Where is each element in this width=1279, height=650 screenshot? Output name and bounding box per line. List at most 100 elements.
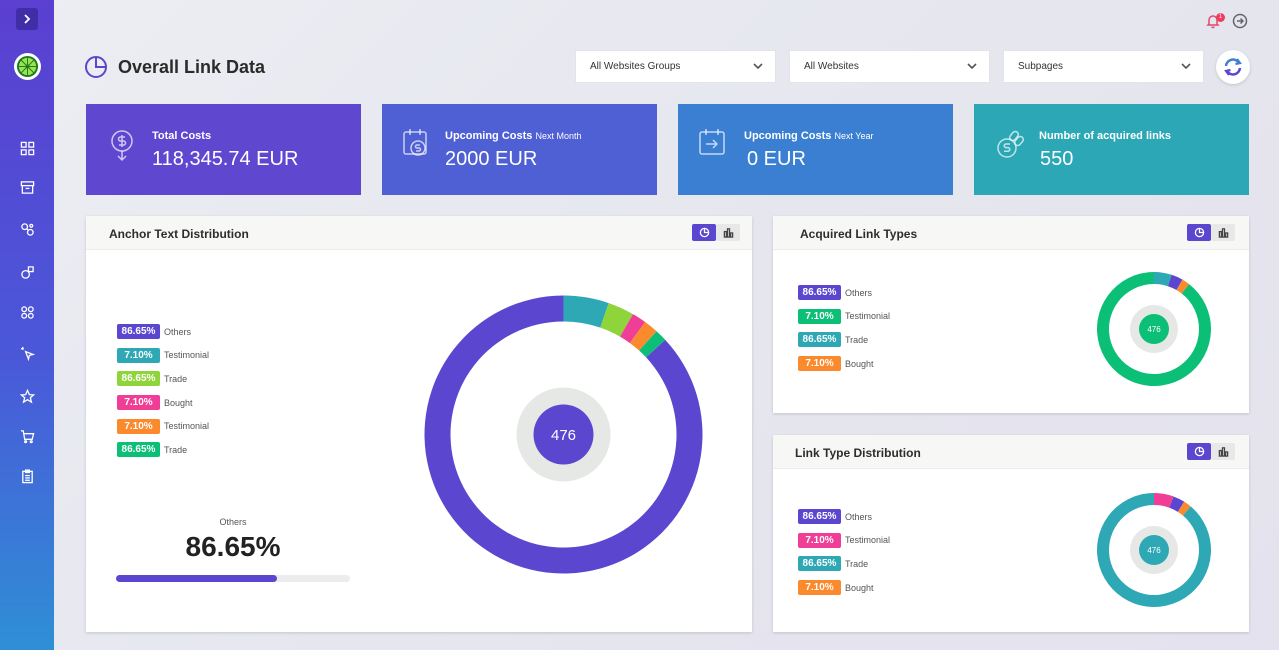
legend-item: 86.65% Trade <box>117 367 209 391</box>
legend-label: Trade <box>164 373 188 384</box>
legend-percent-badge: 86.65% <box>798 285 841 301</box>
bar-view-button[interactable] <box>716 224 740 241</box>
websites-value: All Websites <box>804 61 859 72</box>
legend-item: 86.65% Others <box>798 505 890 529</box>
sidebar-toggle-button[interactable] <box>16 8 38 30</box>
acquired-donut-chart: 476 <box>1097 272 1211 386</box>
highlight-value: 86.65% <box>185 531 281 562</box>
pie-icon <box>1194 227 1204 238</box>
donut-center-value: 476 <box>551 427 576 444</box>
panel-title: Anchor Text Distribution <box>109 227 249 241</box>
sidebar-apps[interactable] <box>17 302 37 322</box>
legend-percent-badge: 7.10% <box>117 347 160 363</box>
legend-label: Trade <box>164 444 188 455</box>
sidebar-links[interactable] <box>17 219 37 239</box>
legend-percent-badge: 86.65% <box>798 556 841 572</box>
sidebar-packages[interactable] <box>17 177 37 197</box>
pie-icon <box>1194 446 1204 457</box>
panel-header: Anchor Text Distribution <box>86 216 752 250</box>
panel-title: Link Type Distribution <box>795 446 921 460</box>
stat-value: 0 EUR <box>747 148 806 170</box>
dollar-down-icon <box>108 128 136 162</box>
legend-label: Testimonial <box>164 350 210 361</box>
subpages-select[interactable]: Subpages <box>1003 50 1204 83</box>
websites-groups-select[interactable]: All Websites Groups <box>575 50 776 83</box>
notification-badge: 1 <box>1216 13 1225 22</box>
stat-label: Upcoming Costs Next Year <box>744 130 874 142</box>
sidebar-favorites[interactable] <box>17 386 37 406</box>
sidebar-reports[interactable] <box>17 466 37 486</box>
apps-icon <box>20 305 34 319</box>
lime-logo-icon <box>16 55 39 78</box>
bar-view-button[interactable] <box>1211 224 1235 241</box>
legend-item: 86.65% Trade <box>117 438 209 462</box>
legend-label: Testimonial <box>845 535 891 546</box>
legend-label: Others <box>845 287 873 298</box>
chart-type-toggle <box>1187 224 1235 241</box>
refresh-icon <box>1224 58 1242 76</box>
stat-value: 118,345.74 EUR <box>152 148 299 170</box>
legend-label: Bought <box>845 358 874 369</box>
legend-percent-badge: 7.10% <box>117 395 160 411</box>
sidebar-cart[interactable] <box>17 426 37 446</box>
donut-center-value: 476 <box>1147 546 1161 555</box>
legend-percent-badge: 86.65% <box>117 442 160 458</box>
legend-label: Bought <box>164 397 193 408</box>
legend-item: 7.10% Testimonial <box>798 305 890 329</box>
legend-percent-badge: 7.10% <box>798 580 841 596</box>
legend-item: 86.65% Trade <box>798 552 890 576</box>
highlight-stat: Others 86.65% <box>116 517 350 563</box>
box-icon <box>20 180 34 194</box>
logo[interactable] <box>14 53 41 80</box>
pie-view-button[interactable] <box>1187 443 1211 460</box>
legend-item: 7.10% Testimonial <box>117 414 209 438</box>
legend-label: Trade <box>845 558 869 569</box>
pie-view-button[interactable] <box>692 224 716 241</box>
bar-chart-icon <box>1218 228 1228 238</box>
websites-select[interactable]: All Websites <box>789 50 990 83</box>
logout-icon <box>1232 13 1248 29</box>
sidebar-dashboard[interactable] <box>17 138 37 158</box>
link-icon <box>20 222 34 236</box>
highlight-progress-bar <box>116 575 350 582</box>
legend-item: 7.10% Testimonial <box>798 529 890 553</box>
refresh-button[interactable] <box>1216 50 1250 84</box>
logout-button[interactable] <box>1232 13 1250 31</box>
stat-label: Total Costs <box>152 130 212 142</box>
legend-label: Others <box>845 511 873 522</box>
bar-chart-icon <box>1218 447 1228 457</box>
chevron-down-icon <box>1181 61 1191 71</box>
legend-label: Bought <box>845 582 874 593</box>
linktype-donut-chart: 476 <box>1097 493 1211 607</box>
legend-item: 7.10% Bought <box>798 576 890 600</box>
chevron-right-icon <box>24 14 31 24</box>
legend-percent-badge: 7.10% <box>117 418 160 434</box>
calendar-arrow-icon <box>698 126 726 160</box>
anchor-legend: 86.65% Others 7.10% Testimonial 86.65% Trade 7… <box>117 320 209 462</box>
cart-icon <box>20 429 34 443</box>
page-header: Overall Link Data <box>84 55 265 79</box>
sidebar-shapes[interactable] <box>17 262 37 282</box>
legend-label: Trade <box>845 334 869 345</box>
sidebar-clicks[interactable] <box>17 343 37 363</box>
coins-link-icon <box>996 128 1025 162</box>
legend-label: Testimonial <box>845 311 891 322</box>
legend-item: 86.65% Trade <box>798 328 890 352</box>
legend-percent-badge: 86.65% <box>117 371 160 387</box>
donut-segment[interactable] <box>563 295 609 328</box>
stat-card-next-year: Upcoming Costs Next Year 0 EUR <box>678 104 953 195</box>
pie-view-button[interactable] <box>1187 224 1211 241</box>
legend-percent-badge: 7.10% <box>798 356 841 372</box>
notifications-button[interactable]: 1 <box>1205 13 1225 31</box>
panel-header: Link Type Distribution <box>773 435 1249 469</box>
legend-item: 86.65% Others <box>798 281 890 305</box>
chart-type-toggle <box>1187 443 1235 460</box>
subpages-value: Subpages <box>1018 61 1064 72</box>
bar-chart-icon <box>723 228 733 238</box>
legend-item: 7.10% Testimonial <box>117 344 209 368</box>
legend-item: 86.65% Others <box>117 320 209 344</box>
grid-icon <box>20 141 34 155</box>
donut-center-value: 476 <box>1147 325 1161 334</box>
bar-view-button[interactable] <box>1211 443 1235 460</box>
stat-label: Number of acquired links <box>1039 130 1172 142</box>
